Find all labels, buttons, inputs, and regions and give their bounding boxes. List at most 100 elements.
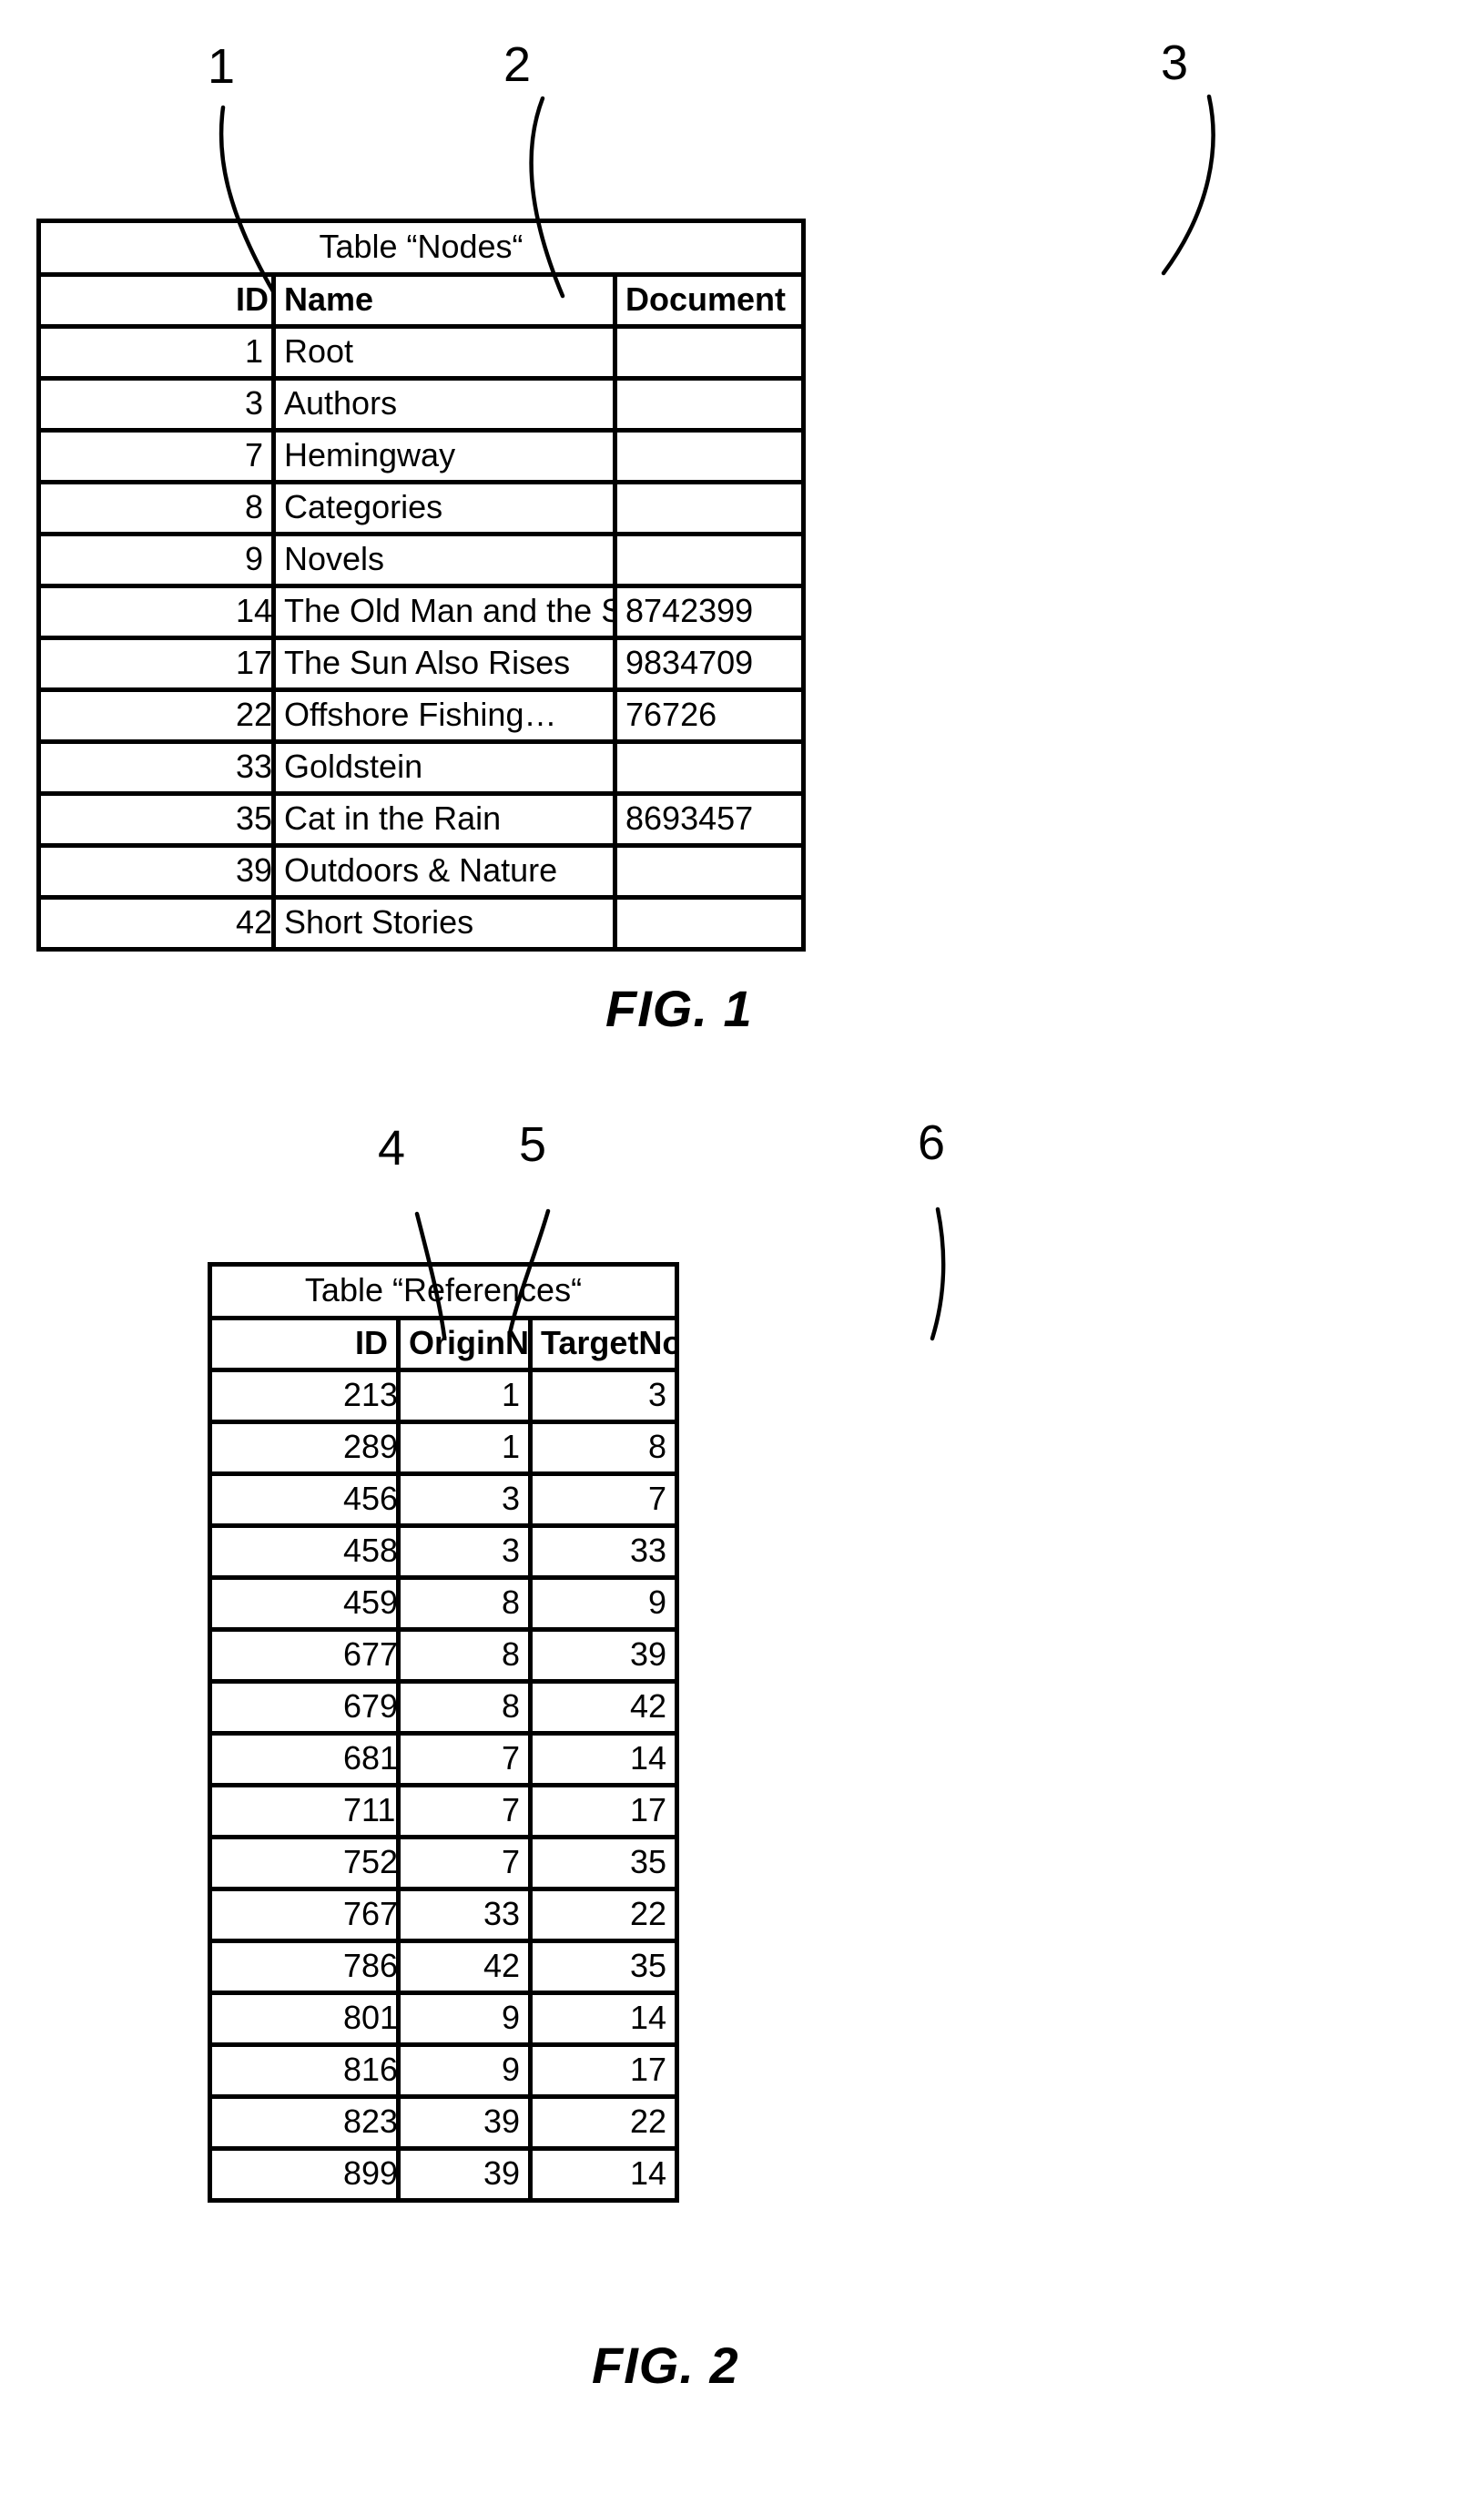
table-row: 39 Outdoors & Nature: [41, 848, 801, 900]
references-cell-origin: 39: [401, 2099, 533, 2146]
references-row-pad: [212, 1839, 335, 1887]
table-row: 458 3 33: [212, 1528, 675, 1580]
references-cell-origin: 1: [401, 1424, 533, 1471]
table-row: 14 The Old Man and the Sea 8742399: [41, 588, 801, 640]
table-row: 801 9 14: [212, 1995, 675, 2047]
table-row: 1 Root: [41, 329, 801, 381]
table-row: 681 7 14: [212, 1736, 675, 1787]
references-cell-id: 801: [335, 1995, 401, 2042]
references-cell-target: 33: [629, 1532, 666, 1569]
references-row-pad: [212, 1684, 335, 1731]
references-cell-target: 35: [629, 1843, 666, 1880]
nodes-table-title: Table “Nodes“: [319, 228, 523, 265]
references-cell-target: 14: [629, 1739, 666, 1777]
table-row: 816 9 17: [212, 2047, 675, 2099]
nodes-cell-name: Offshore Fishing…: [276, 692, 617, 739]
references-cell-target: 22: [629, 2103, 666, 2140]
nodes-row-pad: [41, 848, 228, 895]
nodes-row-pad: [41, 692, 228, 739]
table-row: 22 Offshore Fishing… 76726: [41, 692, 801, 744]
references-cell-target: 14: [629, 1999, 666, 2036]
nodes-row-pad: [41, 796, 228, 843]
references-row-pad: [212, 1943, 335, 1991]
references-row-pad: [212, 1580, 335, 1627]
nodes-row-pad: [41, 536, 228, 584]
table-row: 752 7 35: [212, 1839, 675, 1891]
references-cell-target: 9: [647, 1583, 666, 1621]
references-cell-origin: 3: [401, 1528, 533, 1575]
table-row: 899 39 14: [212, 2151, 675, 2198]
table-row: 17 The Sun Also Rises 9834709: [41, 640, 801, 692]
table-row: 679 8 42: [212, 1684, 675, 1736]
nodes-header-name: Name: [276, 277, 617, 324]
nodes-cell-name: Categories: [276, 484, 617, 532]
table-row: 823 39 22: [212, 2099, 675, 2151]
reference-numeral-3: 3: [1161, 36, 1189, 90]
nodes-header-document: Document: [625, 280, 787, 318]
nodes-cell-name: Authors: [276, 381, 617, 428]
nodes-cell-document: [617, 848, 799, 895]
references-cell-target: 7: [647, 1480, 666, 1517]
table-row: 767 33 22: [212, 1891, 675, 1943]
nodes-cell-id: 14: [228, 588, 276, 636]
references-row-pad: [212, 1736, 335, 1783]
references-header-target-node-id: TargetNodeID: [541, 1324, 675, 1361]
reference-numeral-4: 4: [378, 1121, 406, 1176]
nodes-cell-id: 8: [228, 484, 276, 532]
references-cell-id: 679: [335, 1684, 401, 1731]
references-cell-target: 42: [629, 1687, 666, 1725]
leader-line-6: [930, 1207, 946, 1341]
references-cell-origin: 8: [401, 1580, 533, 1627]
reference-numeral-6: 6: [918, 1115, 946, 1170]
nodes-table: Table “Nodes“ ID Name Document 1 Root 3 …: [36, 219, 806, 952]
table-row: 33 Goldstein: [41, 744, 801, 796]
nodes-row-pad: [41, 484, 228, 532]
references-cell-origin: 3: [401, 1476, 533, 1523]
references-cell-target: 17: [629, 1791, 666, 1828]
references-row-pad: [212, 1787, 335, 1835]
references-cell-origin: 8: [401, 1632, 533, 1679]
references-row-pad: [212, 1891, 335, 1939]
nodes-cell-name: The Old Man and the Sea: [276, 588, 617, 636]
references-cell-target: 22: [629, 1895, 666, 1932]
nodes-cell-id: 1: [228, 329, 276, 376]
table-row: 711 7 17: [212, 1787, 675, 1839]
references-cell-origin: 7: [401, 1839, 533, 1887]
nodes-cell-document: [617, 744, 799, 791]
nodes-cell-name: Hemingway: [276, 433, 617, 480]
nodes-header-blank: [41, 277, 228, 324]
references-cell-target: 39: [629, 1635, 666, 1673]
nodes-row-pad: [41, 900, 228, 947]
references-cell-id: 816: [335, 2047, 401, 2094]
references-cell-id: 711: [335, 1787, 401, 1835]
references-row-pad: [212, 1632, 335, 1679]
references-row-pad: [212, 2099, 335, 2146]
references-cell-id: 213: [335, 1372, 401, 1420]
nodes-cell-id: 33: [228, 744, 276, 791]
nodes-cell-document: [617, 484, 799, 532]
references-row-pad: [212, 2047, 335, 2094]
nodes-cell-name: Short Stories: [276, 900, 617, 947]
reference-numeral-2: 2: [503, 37, 532, 92]
references-row-pad: [212, 1995, 335, 2042]
references-cell-target: 14: [629, 2154, 666, 2192]
references-table-title: Table “References“: [304, 1271, 583, 1308]
references-row-pad: [212, 1528, 335, 1575]
references-table-header-row: ID OriginNodeID TargetNodeID: [212, 1320, 675, 1372]
nodes-cell-id: 22: [228, 692, 276, 739]
references-cell-id: 786: [335, 1943, 401, 1991]
nodes-row-pad: [41, 640, 228, 687]
references-cell-id: 289: [335, 1424, 401, 1471]
reference-numeral-5: 5: [519, 1117, 547, 1172]
references-cell-origin: 42: [401, 1943, 533, 1991]
nodes-cell-name: The Sun Also Rises: [276, 640, 617, 687]
nodes-cell-id: 9: [228, 536, 276, 584]
nodes-cell-id: 35: [228, 796, 276, 843]
references-cell-id: 458: [335, 1528, 401, 1575]
nodes-row-pad: [41, 433, 228, 480]
references-cell-id: 767: [335, 1891, 401, 1939]
nodes-cell-document: [617, 329, 799, 376]
references-table: Table “References“ ID OriginNodeID Targe…: [208, 1262, 679, 2203]
references-cell-origin: 1: [401, 1372, 533, 1420]
table-row: 213 1 3: [212, 1372, 675, 1424]
